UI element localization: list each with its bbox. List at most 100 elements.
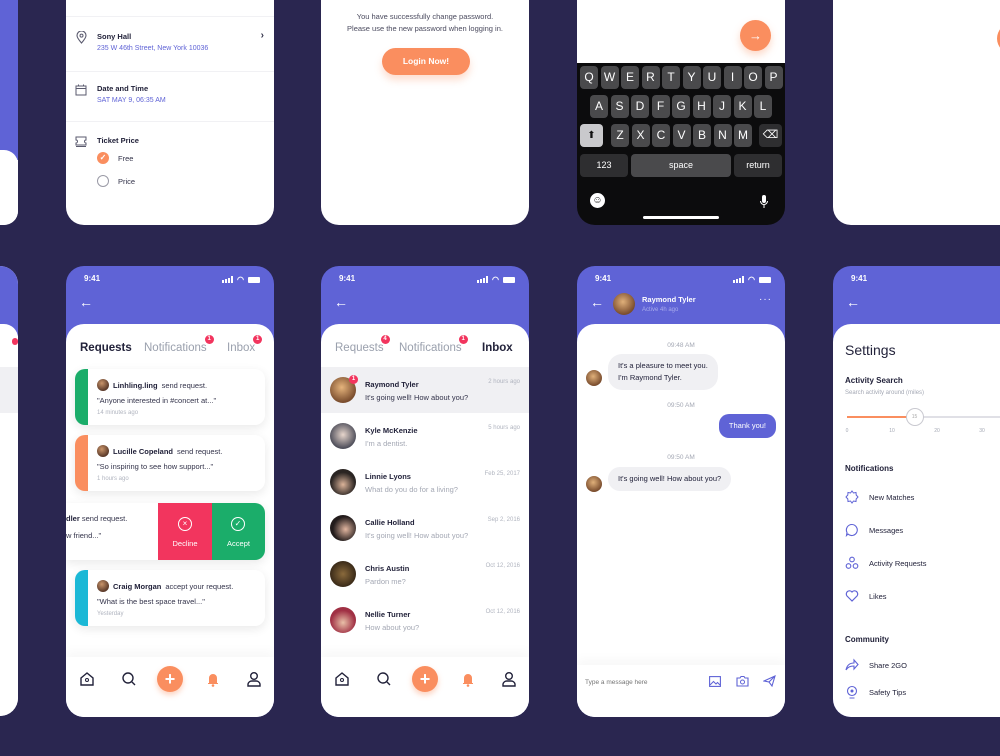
key-e[interactable]: E: [621, 66, 639, 89]
key-f[interactable]: F: [651, 95, 670, 118]
key-n[interactable]: N: [713, 124, 732, 147]
key-w[interactable]: W: [600, 66, 619, 89]
emoji-key[interactable]: ☺: [590, 193, 605, 208]
key-k[interactable]: K: [733, 95, 752, 118]
tab-requests[interactable]: Requests: [80, 342, 132, 354]
key-u[interactable]: U: [703, 66, 721, 89]
request-time: 14 minutes ago: [97, 410, 139, 416]
login-now-button[interactable]: Login Now!: [382, 48, 470, 75]
decline-button[interactable]: × Decline: [158, 503, 212, 560]
request-card[interactable]: Craig Morgan accept your request. "What i…: [75, 570, 265, 626]
add-button[interactable]: +: [412, 666, 438, 692]
return-key[interactable]: return: [734, 154, 782, 177]
setting-activity-requests[interactable]: Activity Requests: [845, 556, 1000, 570]
request-quote: "What is the best space travel...": [97, 597, 205, 606]
microphone-icon[interactable]: [760, 195, 768, 209]
bell-icon[interactable]: [205, 671, 221, 687]
option-price[interactable]: Price: [97, 175, 135, 187]
distance-slider[interactable]: 15 0 10 20 30: [846, 408, 1000, 438]
key-h[interactable]: H: [692, 95, 711, 118]
location-row[interactable]: Sony Hall 235 W 46th Street, New York 10…: [66, 28, 274, 58]
key-g[interactable]: G: [672, 95, 690, 118]
key-l[interactable]: L: [754, 95, 772, 118]
shift-key[interactable]: ⬆: [580, 124, 603, 147]
bell-icon[interactable]: [460, 671, 476, 687]
wifi-icon: ◠: [748, 275, 755, 284]
send-icon[interactable]: [763, 675, 776, 687]
tab-notifications[interactable]: Notifications 1: [144, 335, 214, 354]
more-options-button[interactable]: ···: [759, 294, 772, 305]
emoji-icon: ☺: [592, 195, 603, 206]
key-y[interactable]: Y: [682, 66, 701, 89]
key-o[interactable]: O: [744, 66, 762, 89]
tab-requests[interactable]: Requests 4: [335, 335, 390, 354]
setting-messages[interactable]: Messages: [845, 523, 1000, 537]
key-v[interactable]: V: [672, 124, 691, 147]
datetime-row[interactable]: Date and Time SAT MAY 9, 06:35 AM: [66, 80, 274, 110]
key-s[interactable]: S: [610, 95, 629, 118]
status-bar: 9:41: [851, 274, 1000, 286]
profile-icon[interactable]: [246, 671, 262, 687]
setting-likes[interactable]: Likes: [845, 589, 1000, 603]
swiped-request-card[interactable]: dler send request. w friend..." × Declin…: [66, 503, 265, 560]
slider-thumb[interactable]: 15: [905, 408, 924, 426]
conversation-row[interactable]: Chris Austin Pardon me? Oct 12, 2016: [321, 551, 529, 597]
home-icon[interactable]: [334, 671, 350, 687]
key-x[interactable]: X: [631, 124, 650, 147]
key-q[interactable]: Q: [580, 66, 598, 89]
home-icon[interactable]: [79, 671, 95, 687]
tab-inbox[interactable]: Inbox: [482, 342, 513, 354]
profile-icon[interactable]: [501, 671, 517, 687]
key-i[interactable]: I: [723, 66, 742, 89]
key-a[interactable]: A: [590, 95, 608, 118]
key-c[interactable]: C: [652, 124, 670, 147]
conversation-row[interactable]: Kyle McKenzie I'm a dentist. 5 hours ago: [321, 413, 529, 459]
back-button[interactable]: ←: [846, 295, 860, 309]
key-b[interactable]: B: [693, 124, 711, 147]
conversation-row[interactable]: Linnie Lyons What do you do for a living?…: [321, 459, 529, 505]
partial-phone-top-left: [0, 0, 18, 225]
back-button[interactable]: ←: [590, 295, 604, 309]
key-r[interactable]: R: [641, 66, 660, 89]
back-button[interactable]: ←: [334, 295, 348, 309]
radio-checked-icon: ✓: [97, 152, 109, 164]
key-z[interactable]: Z: [611, 124, 629, 147]
key-d[interactable]: D: [631, 95, 649, 118]
request-card[interactable]: Linhling.ling send request. "Anyone inter…: [75, 369, 265, 425]
tab-notifications[interactable]: Notifications 1: [399, 335, 468, 354]
delete-key[interactable]: ⌫: [759, 124, 782, 147]
space-key[interactable]: space: [631, 154, 731, 177]
numbers-key[interactable]: 123: [580, 154, 628, 177]
status-bar: 9:41 ◠: [339, 274, 515, 286]
search-icon[interactable]: [121, 671, 137, 687]
option-free[interactable]: ✓ Free: [97, 152, 133, 164]
contact-avatar[interactable]: [613, 293, 635, 315]
message-input[interactable]: [585, 675, 695, 689]
lightbulb-icon: [846, 685, 858, 699]
back-button[interactable]: ←: [79, 295, 93, 309]
community-share[interactable]: Share 2GO: [845, 658, 907, 672]
search-icon[interactable]: [376, 671, 392, 687]
sheet: [0, 150, 18, 225]
add-button[interactable]: +: [157, 666, 183, 692]
share-icon: [845, 658, 859, 671]
conversation-row[interactable]: 1 Raymond Tyler It's going well! How about…: [321, 367, 529, 413]
key-p[interactable]: P: [764, 66, 783, 89]
next-button[interactable]: →: [740, 20, 771, 51]
key-j[interactable]: J: [713, 95, 731, 118]
conversation-row[interactable]: Nellie Turner How about you? Oct 12, 2016: [321, 597, 529, 643]
conversation-row[interactable]: Callie Holland It's going well! How about…: [321, 505, 529, 551]
community-safety-tips[interactable]: Safety Tips: [845, 685, 906, 699]
key-m[interactable]: M: [734, 124, 752, 147]
bottom-nav: +: [321, 657, 529, 717]
key-t[interactable]: T: [662, 66, 680, 89]
tab-inbox[interactable]: Inbox 1: [227, 335, 263, 354]
accept-button[interactable]: ✓ Accept: [212, 503, 265, 560]
camera-icon[interactable]: [736, 675, 749, 687]
avatar: [97, 445, 109, 457]
avatar: [330, 561, 356, 587]
setting-new-matches[interactable]: New Matches: [845, 490, 1000, 504]
image-icon[interactable]: [709, 676, 721, 687]
more-icon: ···: [759, 294, 772, 305]
request-card[interactable]: Lucille Copeland send request. "So inspir…: [75, 435, 265, 491]
